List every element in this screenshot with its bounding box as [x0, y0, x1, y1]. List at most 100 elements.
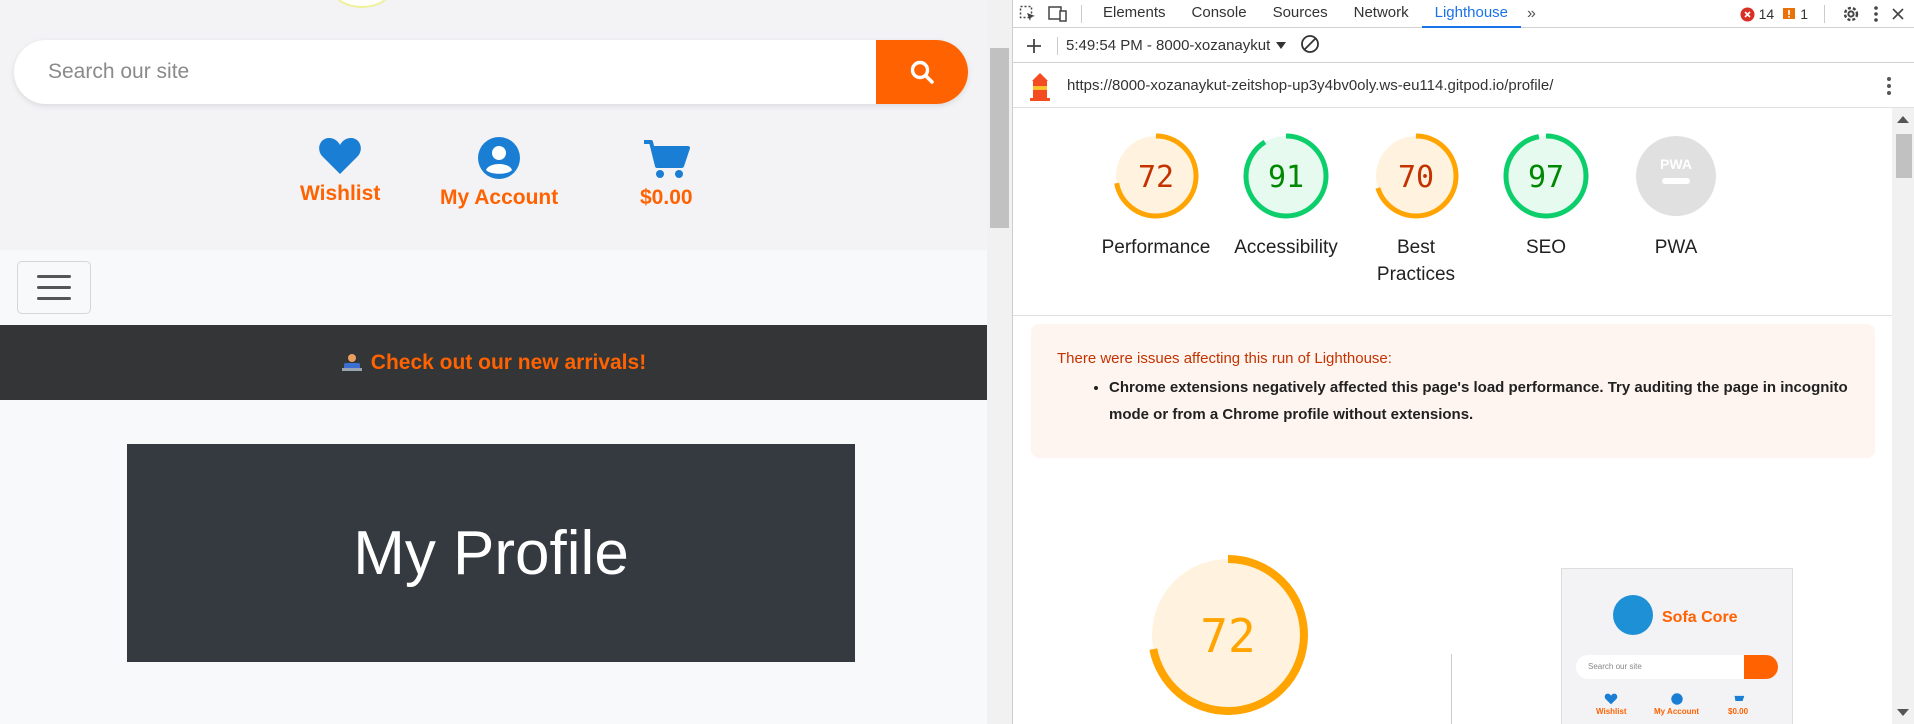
tab-console[interactable]: Console — [1179, 0, 1260, 28]
site-scrollbar-thumb[interactable] — [990, 48, 1009, 228]
gauge-label: Accessibility — [1234, 237, 1338, 258]
gauge-accessibility[interactable]: 91 Accessibility — [1221, 132, 1351, 261]
scroll-up-arrow-icon[interactable] — [1897, 116, 1909, 123]
tab-elements[interactable]: Elements — [1090, 0, 1179, 28]
thumbnail-cart-label: $0.00 — [1728, 707, 1749, 716]
cart-icon — [644, 140, 691, 178]
warning-icon — [1783, 8, 1796, 19]
thumbnail-brand: Sofa Core — [1662, 609, 1738, 626]
run-warning: There were issues affecting this run of … — [1031, 324, 1875, 458]
thumbnail-cart: $0.00 — [1728, 693, 1748, 716]
gauge-label: Performance — [1101, 237, 1211, 258]
thumbnail-page: Sofa Core Search our site Wishlist My Ac… — [1568, 575, 1786, 724]
report-selector[interactable]: 5:49:54 PM - 8000-xozanaykut — [1066, 37, 1287, 54]
warning-list: Chrome extensions negatively affected th… — [1109, 374, 1849, 428]
toolbar-divider — [1057, 36, 1058, 55]
thumbnail-search-bar: Search our site — [1576, 655, 1778, 679]
heart-icon — [319, 138, 362, 174]
large-gauge-ring: 72 — [1148, 555, 1308, 715]
promo-text: Check out our new arrivals! — [370, 350, 647, 374]
tab-lighthouse[interactable]: Lighthouse — [1421, 0, 1522, 28]
gauge-score: 91 — [1268, 160, 1304, 195]
inspect-element-icon[interactable] — [1013, 0, 1043, 28]
gauge-ring: 72 — [1113, 133, 1199, 219]
toolbar-divider — [1824, 5, 1825, 23]
section-divider — [1451, 654, 1452, 724]
warning-item: Chrome extensions negatively affected th… — [1109, 374, 1849, 428]
dropdown-arrow-icon — [1276, 41, 1287, 49]
gauge-best-practices[interactable]: 70 Best Practices — [1351, 132, 1481, 288]
gauge-performance[interactable]: 72 Performance — [1091, 132, 1221, 261]
wishlist-link[interactable]: Wishlist — [300, 136, 380, 206]
large-gauge-score: 72 — [1200, 609, 1255, 663]
report-scrollbar-thumb[interactable] — [1896, 134, 1912, 178]
search-input[interactable] — [14, 40, 876, 104]
close-icon[interactable] — [1891, 7, 1905, 21]
warning-badge[interactable]: 1 — [1782, 6, 1808, 22]
person-laptop-icon — [341, 353, 362, 371]
gauge-score: 70 — [1398, 160, 1434, 195]
lighthouse-toolbar: 5:49:54 PM - 8000-xozanaykut — [1013, 29, 1914, 63]
clear-reports-icon[interactable] — [1300, 34, 1320, 58]
performance-gauge-large[interactable]: 72 — [1145, 552, 1311, 723]
error-count: 14 — [1758, 6, 1775, 22]
cart-icon — [1734, 695, 1745, 701]
page-hero: My Profile — [127, 444, 855, 662]
gauge-label: PWA — [1654, 237, 1698, 258]
gauge-score: 72 — [1138, 160, 1174, 195]
menu-bar-icon — [37, 286, 71, 289]
kebab-menu-icon[interactable] — [1885, 75, 1893, 97]
user-circle-icon — [478, 137, 521, 179]
audited-url[interactable]: https://8000-xozanaykut-zeitshop-up3y4bv… — [1067, 77, 1553, 94]
device-toolbar-icon[interactable] — [1043, 0, 1073, 28]
page-title: My Profile — [353, 518, 629, 588]
warning-title: There were issues affecting this run of … — [1057, 350, 1392, 367]
my-account-link[interactable]: My Account — [440, 136, 558, 210]
thumbnail-wishlist-label: Wishlist — [1596, 707, 1627, 716]
promo-banner: Check out our new arrivals! — [0, 325, 987, 400]
heart-icon — [1605, 693, 1618, 705]
hamburger-menu-button[interactable] — [17, 261, 91, 314]
thumbnail-logo — [1613, 595, 1653, 635]
thumbnail-account-label: My Account — [1654, 707, 1700, 716]
final-screenshot-thumbnail[interactable]: Sofa Core Search our site Wishlist My Ac… — [1561, 568, 1793, 724]
thumbnail-account: My Account — [1654, 693, 1699, 716]
warning-count: 1 — [1800, 6, 1808, 22]
site-logo[interactable] — [332, 0, 392, 8]
gauge-ring: 70 — [1373, 133, 1459, 219]
thumbnail-search-button — [1744, 655, 1778, 679]
new-report-icon[interactable] — [1019, 32, 1049, 60]
lighthouse-logo-icon — [1013, 71, 1067, 101]
site-scrollbar[interactable] — [987, 0, 1012, 724]
my-account-label: My Account — [440, 186, 559, 209]
pwa-badge-icon: PWA — [1660, 156, 1692, 172]
kebab-menu-icon[interactable] — [1869, 4, 1883, 24]
report-scrollbar[interactable] — [1892, 108, 1914, 724]
search-button[interactable] — [876, 40, 968, 104]
devtools-panel: Elements Console Sources Network Lightho… — [1012, 0, 1914, 724]
wishlist-label: Wishlist — [300, 182, 381, 205]
gauge-pwa[interactable]: PWA PWA — [1611, 132, 1741, 261]
tab-sources[interactable]: Sources — [1260, 0, 1341, 28]
toolbar-divider — [1081, 4, 1082, 23]
menu-bar-icon — [37, 275, 71, 278]
user-circle-icon — [1670, 693, 1683, 705]
site-header: Wishlist My Account $0.00 — [0, 0, 987, 250]
devtools-tabbar: Elements Console Sources Network Lightho… — [1013, 0, 1914, 28]
tab-network[interactable]: Network — [1341, 0, 1422, 28]
new-arrivals-link[interactable]: Check out our new arrivals! — [341, 351, 646, 375]
more-tabs-icon[interactable]: » — [1521, 5, 1542, 23]
report-selector-label: 5:49:54 PM - 8000-xozanaykut — [1066, 37, 1271, 54]
cart-link[interactable]: $0.00 — [640, 138, 693, 210]
thumbnail-search-placeholder: Search our site — [1588, 662, 1642, 671]
pwa-dash-icon — [1662, 178, 1690, 184]
search-bar — [14, 40, 968, 104]
error-icon — [1740, 7, 1755, 21]
error-badge[interactable]: 14 — [1740, 6, 1775, 22]
gauge-ring: 91 — [1243, 133, 1329, 219]
gauge-seo[interactable]: 97 SEO — [1481, 132, 1611, 261]
gear-icon[interactable] — [1841, 4, 1861, 24]
category-gauges: 72 Performance 91 Accessibility 70 Best Practi… — [1013, 108, 1893, 316]
search-icon — [910, 60, 934, 84]
scroll-down-arrow-icon[interactable] — [1897, 709, 1909, 716]
